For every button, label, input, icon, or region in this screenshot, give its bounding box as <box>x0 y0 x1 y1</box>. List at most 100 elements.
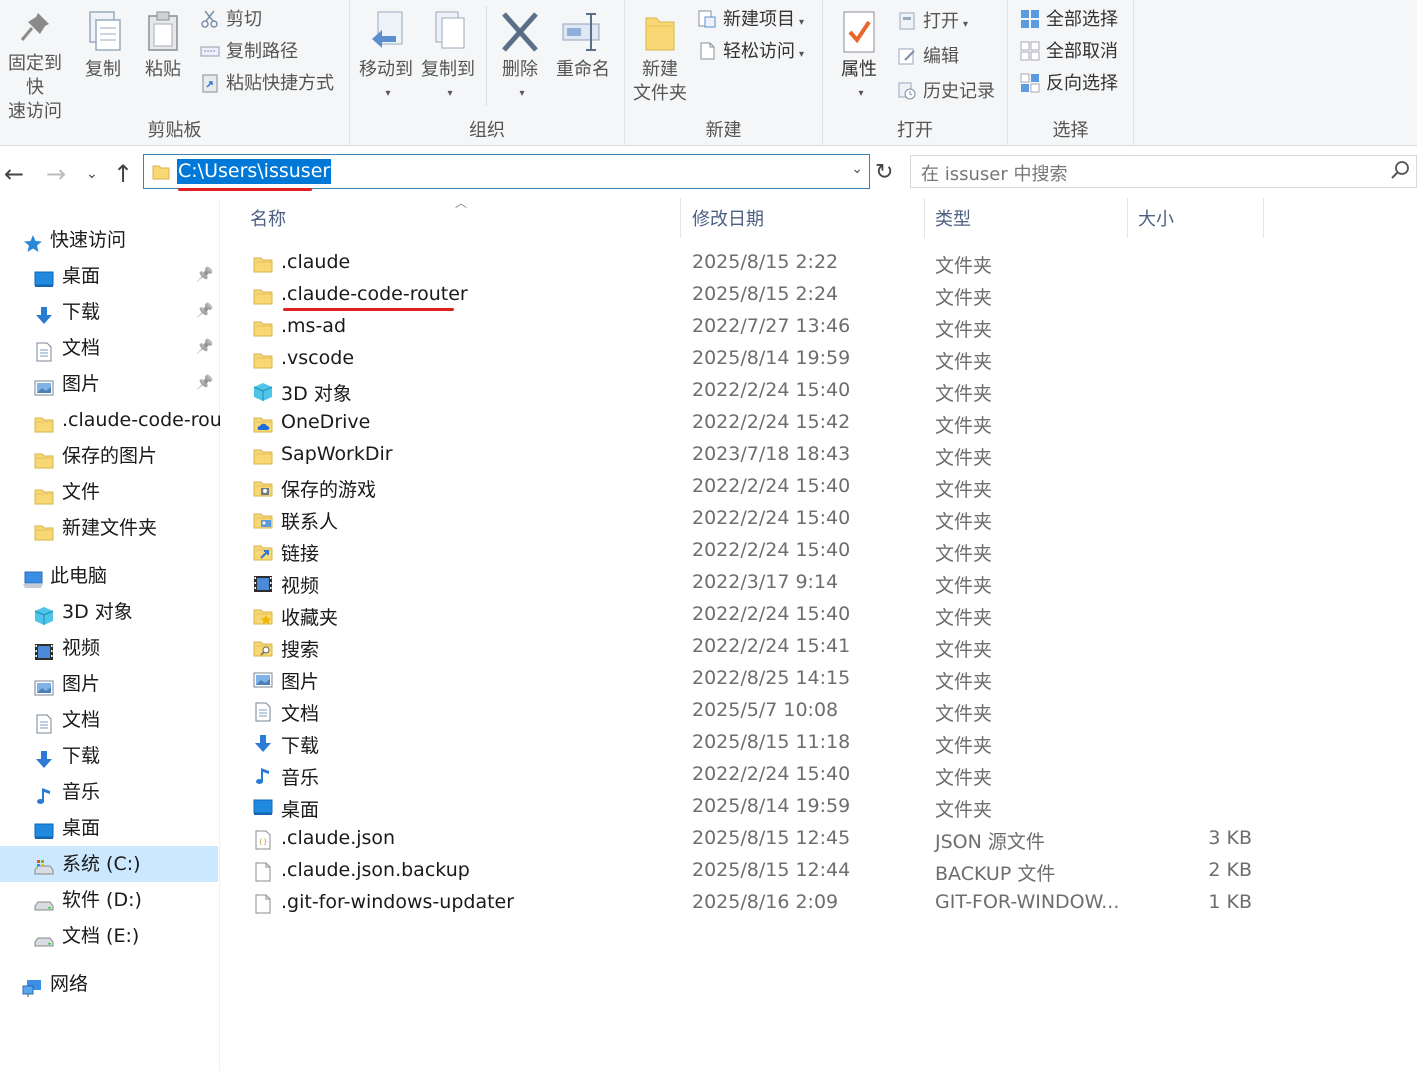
file-name[interactable]: 视频 <box>281 571 319 598</box>
column-type-header[interactable]: 类型 <box>935 205 971 233</box>
nav-pc-item[interactable]: 图片 <box>34 666 220 702</box>
column-separator[interactable] <box>924 198 925 238</box>
select-none-button[interactable]: 全部取消 <box>1020 38 1118 66</box>
nav-pc-item[interactable]: 3D 对象 <box>34 594 220 630</box>
file-name[interactable]: .claude.json <box>281 827 395 849</box>
nav-quick-item[interactable]: 文档 <box>34 330 220 366</box>
up-arrow-icon[interactable]: ↑ <box>113 160 133 188</box>
file-name[interactable]: OneDrive <box>281 411 370 433</box>
pin-to-quick-access-button[interactable]: 固定到快 速访问 <box>0 10 70 124</box>
nav-quick-access[interactable]: 快速访问 <box>22 222 212 258</box>
forward-arrow-icon[interactable]: → <box>46 160 66 188</box>
file-name[interactable]: 3D 对象 <box>281 379 352 406</box>
new-folder-button[interactable]: 新建 文件夹 <box>631 10 689 106</box>
file-name[interactable]: 文档 <box>281 699 319 726</box>
file-row[interactable]: .claude.json.backup 2025/8/15 12:44 BACKUP… <box>247 856 1267 888</box>
nav-pc-item[interactable]: 桌面 <box>34 810 220 846</box>
file-name[interactable]: .git-for-windows-updater <box>281 891 514 913</box>
file-row[interactable]: 保存的游戏 2022/2/24 15:40 文件夹 <box>247 472 1267 504</box>
new-item-button[interactable]: 新建项目 ▾ <box>697 6 804 34</box>
invert-selection-button[interactable]: 反向选择 <box>1020 70 1118 98</box>
back-arrow-icon[interactable]: ← <box>4 160 24 188</box>
paste-shortcut-button[interactable]: 粘贴快捷方式 <box>200 70 334 98</box>
nav-quick-item[interactable]: 图片 <box>34 366 220 402</box>
nav-quick-item[interactable]: 文件 <box>34 474 220 510</box>
nav-quick-item[interactable]: 下载 <box>34 294 220 330</box>
nav-quick-item[interactable]: 桌面 <box>34 258 220 294</box>
file-row[interactable]: 桌面 2025/8/14 19:59 文件夹 <box>247 792 1267 824</box>
refresh-icon[interactable]: ↻ <box>875 160 893 185</box>
file-row[interactable]: 图片 2022/8/25 14:15 文件夹 <box>247 664 1267 696</box>
nav-quick-item[interactable]: 保存的图片 <box>34 438 220 474</box>
recent-locations-chevron-icon[interactable]: ⌄ <box>86 166 98 182</box>
pinned-icon[interactable]: 📌 <box>196 375 213 391</box>
file-name[interactable]: 链接 <box>281 539 319 566</box>
nav-pc-item[interactable]: 文档 <box>34 702 220 738</box>
history-button[interactable]: 历史记录 <box>897 78 995 106</box>
file-name[interactable]: 保存的游戏 <box>281 475 376 502</box>
move-to-button[interactable]: 移动到 ▾ <box>356 10 416 106</box>
open-button[interactable]: 打开 ▾ <box>897 8 968 36</box>
edit-button[interactable]: 编辑 <box>897 43 959 71</box>
pinned-icon[interactable]: 📌 <box>196 339 213 355</box>
cut-button[interactable]: 剪切 <box>200 6 262 34</box>
file-name[interactable]: SapWorkDir <box>281 443 393 465</box>
file-row[interactable]: 联系人 2022/2/24 15:40 文件夹 <box>247 504 1267 536</box>
column-size-header[interactable]: 大小 <box>1138 205 1174 233</box>
search-box[interactable]: 在 issuser 中搜索 <box>910 155 1417 188</box>
nav-pc-item[interactable]: 系统 (C:) <box>0 846 218 882</box>
file-name[interactable]: .claude-code-router <box>281 283 468 305</box>
file-name[interactable]: 收藏夹 <box>281 603 338 630</box>
paste-button[interactable]: 粘贴 <box>138 10 188 82</box>
file-name[interactable]: .vscode <box>281 347 354 369</box>
file-row[interactable]: .git-for-windows-updater 2025/8/16 2:09 GI… <box>247 888 1267 920</box>
file-row[interactable]: .claude 2025/8/15 2:22 文件夹 <box>247 248 1267 280</box>
file-row[interactable]: 收藏夹 2022/2/24 15:40 文件夹 <box>247 600 1267 632</box>
file-row[interactable]: .vscode 2025/8/14 19:59 文件夹 <box>247 344 1267 376</box>
file-name[interactable]: 联系人 <box>281 507 338 534</box>
file-name[interactable]: .ms-ad <box>281 315 346 337</box>
nav-pc-item[interactable]: 音乐 <box>34 774 220 810</box>
rename-button[interactable]: 重命名 <box>550 10 616 82</box>
column-date-header[interactable]: 修改日期 <box>692 205 764 233</box>
file-row[interactable]: 下载 2025/8/15 11:18 文件夹 <box>247 728 1267 760</box>
nav-pc-item[interactable]: 视频 <box>34 630 220 666</box>
file-row[interactable]: 链接 2022/2/24 15:40 文件夹 <box>247 536 1267 568</box>
select-all-button[interactable]: 全部选择 <box>1020 6 1118 34</box>
column-separator[interactable] <box>1263 198 1264 238</box>
column-separator[interactable] <box>1127 198 1128 238</box>
file-row[interactable]: SapWorkDir 2023/7/18 18:43 文件夹 <box>247 440 1267 472</box>
file-name[interactable]: .claude <box>281 251 350 273</box>
column-separator[interactable] <box>680 198 681 238</box>
file-row[interactable]: 3D 对象 2022/2/24 15:40 文件夹 <box>247 376 1267 408</box>
file-name[interactable]: 搜索 <box>281 635 319 662</box>
pinned-icon[interactable]: 📌 <box>196 303 213 319</box>
address-dropdown-chevron-icon[interactable]: ⌄ <box>851 161 863 177</box>
file-name[interactable]: 图片 <box>281 667 319 694</box>
properties-button[interactable]: 属性 ▾ <box>833 10 885 106</box>
nav-pc-item[interactable]: 下载 <box>34 738 220 774</box>
file-row[interactable]: {} .claude.json 2025/8/15 12:45 JSON 源文件 3 K… <box>247 824 1267 856</box>
file-row[interactable]: 搜索 2022/2/24 15:41 文件夹 <box>247 632 1267 664</box>
file-row[interactable]: OneDrive 2022/2/24 15:42 文件夹 <box>247 408 1267 440</box>
file-name[interactable]: 下载 <box>281 731 319 758</box>
file-row[interactable]: .ms-ad 2022/7/27 13:46 文件夹 <box>247 312 1267 344</box>
file-row[interactable]: 音乐 2022/2/24 15:40 文件夹 <box>247 760 1267 792</box>
file-name[interactable]: 音乐 <box>281 763 319 790</box>
file-name[interactable]: .claude.json.backup <box>281 859 470 881</box>
copy-to-button[interactable]: 复制到 ▾ <box>418 10 478 106</box>
copy-path-button[interactable]: 复制路径 <box>200 38 298 66</box>
address-bar[interactable]: C:\Users\issuser ⌄ <box>143 154 870 189</box>
nav-network[interactable]: 网络 <box>22 966 212 1002</box>
delete-button[interactable]: 删除 ▾ <box>495 10 545 106</box>
nav-quick-item[interactable]: 新建文件夹 <box>34 510 220 546</box>
nav-this-pc[interactable]: 此电脑 <box>22 558 212 594</box>
file-row[interactable]: 文档 2025/5/7 10:08 文件夹 <box>247 696 1267 728</box>
file-row[interactable]: 视频 2022/3/17 9:14 文件夹 <box>247 568 1267 600</box>
nav-pc-item[interactable]: 文档 (E:) <box>34 918 220 954</box>
column-name-header[interactable]: 名称 <box>250 205 286 233</box>
copy-button[interactable]: 复制 <box>78 10 128 82</box>
file-name[interactable]: 桌面 <box>281 795 319 822</box>
easy-access-button[interactable]: 轻松访问 ▾ <box>697 38 804 66</box>
pinned-icon[interactable]: 📌 <box>196 267 213 283</box>
